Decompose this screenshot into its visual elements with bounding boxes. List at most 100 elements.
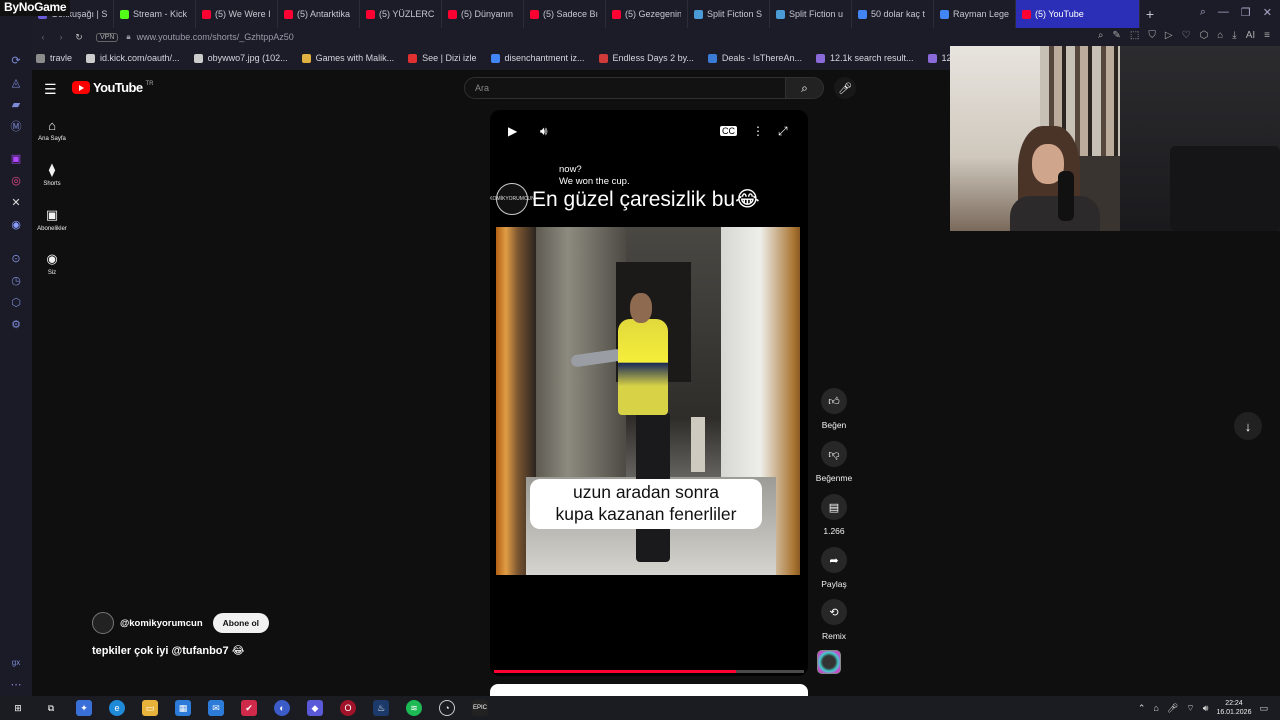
like-button[interactable]: 👍︎ Beğen bbox=[808, 388, 860, 430]
start-icon[interactable]: ⊞ bbox=[10, 700, 26, 716]
shorts-player[interactable]: ▶ 🔊︎ CC ⋮ ⤢ now? We won the cup. KOMİKYO… bbox=[490, 110, 808, 676]
wallet-icon[interactable]: ⌂ bbox=[1217, 30, 1223, 41]
next-short-peek[interactable] bbox=[490, 684, 808, 696]
bookmark-item[interactable]: Deals - IsThereAn... bbox=[707, 53, 802, 63]
captions-icon[interactable]: CC bbox=[720, 126, 737, 136]
app-red-icon[interactable]: ✔ bbox=[241, 700, 257, 716]
bookmark-item[interactable]: 12.1k search res bbox=[927, 53, 950, 63]
sidebar-player-icon[interactable]: ⊙ bbox=[8, 250, 24, 266]
app-blue-icon[interactable]: ◐ bbox=[274, 700, 290, 716]
channel-name[interactable]: @komikyorumcun bbox=[120, 618, 203, 629]
sidebar-history-icon[interactable]: ◷ bbox=[8, 272, 24, 288]
sidebar-settings-icon[interactable]: ⚙ bbox=[8, 316, 24, 332]
video-frame[interactable]: uzun aradan sonra kupa kazanan fenerlile… bbox=[496, 227, 800, 575]
epic-games-icon[interactable]: EPIC bbox=[472, 700, 488, 716]
browser-tab[interactable]: Split Fiction u bbox=[770, 0, 852, 28]
sidebar-more-icon[interactable]: ⋯ bbox=[8, 676, 24, 692]
maximize-icon[interactable]: ❐ bbox=[1241, 6, 1251, 19]
fullscreen-icon[interactable]: ⤢ bbox=[778, 124, 788, 139]
hamburger-menu-icon[interactable]: ☰ bbox=[44, 81, 58, 98]
menu-icon[interactable]: ≡ bbox=[1264, 30, 1270, 41]
guide-item-you[interactable]: ◉ Siz bbox=[32, 251, 72, 276]
sidebar-gx-icon[interactable]: gx bbox=[8, 654, 24, 670]
new-tab-button[interactable]: + bbox=[1140, 0, 1160, 28]
copilot-icon[interactable]: ✦ bbox=[76, 700, 92, 716]
search-input[interactable]: Ara bbox=[464, 77, 786, 99]
sidebar-instagram-icon[interactable]: ◎ bbox=[8, 172, 24, 188]
minimize-icon[interactable]: — bbox=[1218, 6, 1229, 19]
tray-wifi-icon[interactable]: ⌔ bbox=[1186, 703, 1194, 714]
mail-icon[interactable]: ✉ bbox=[208, 700, 224, 716]
tray-chevron-icon[interactable]: ⌃ bbox=[1138, 703, 1146, 714]
progress-bar[interactable] bbox=[494, 670, 804, 673]
voice-search-button[interactable]: 🎤︎ bbox=[834, 77, 856, 99]
sidebar-m-icon[interactable]: Ⓜ bbox=[8, 118, 24, 134]
browser-tab[interactable]: 50 dolar kaç t bbox=[852, 0, 934, 28]
sidebar-x-icon[interactable]: ✕ bbox=[8, 194, 24, 210]
player-icon[interactable]: ▷ bbox=[1165, 30, 1173, 41]
subscribe-button[interactable]: Abone ol bbox=[212, 613, 270, 633]
volume-icon[interactable]: 🔊︎ bbox=[540, 124, 548, 139]
extensions-icon[interactable]: ⬡ bbox=[1200, 30, 1209, 41]
dislike-button[interactable]: 👎︎ Beğenme bbox=[808, 441, 860, 483]
browser-tab[interactable]: Split Fiction S bbox=[688, 0, 770, 28]
sidebar-refresh-icon[interactable]: ⟳ bbox=[8, 52, 24, 68]
sidebar-extensions-icon[interactable]: ⬡ bbox=[8, 294, 24, 310]
guide-item-home[interactable]: ⌂ Ana Sayfa bbox=[32, 118, 72, 142]
video-title[interactable]: tepkiler çok iyi @tufanbo7 😂 bbox=[92, 644, 245, 657]
bookmark-item[interactable]: disenchantment iz... bbox=[490, 53, 585, 63]
snapshot-icon[interactable]: ⬚ bbox=[1130, 30, 1139, 41]
reload-icon[interactable]: ↻ bbox=[72, 32, 86, 43]
search-tabs-icon[interactable]: ⌕ bbox=[1200, 6, 1206, 19]
more-options-icon[interactable]: ⋮ bbox=[752, 124, 764, 138]
bookmark-item[interactable]: travle bbox=[36, 53, 72, 63]
tray-volume-icon[interactable]: 🔊︎ bbox=[1203, 703, 1209, 714]
close-icon[interactable]: ✕ bbox=[1263, 6, 1272, 19]
opera-gx-icon[interactable]: O bbox=[340, 700, 356, 716]
spotify-icon[interactable]: ≋ bbox=[406, 700, 422, 716]
sound-thumbnail[interactable] bbox=[817, 650, 841, 674]
sidebar-aria-icon[interactable]: ◬ bbox=[8, 74, 24, 90]
notifications-icon[interactable]: ▭ bbox=[1259, 703, 1268, 714]
task-view-icon[interactable]: ⧉ bbox=[43, 700, 59, 716]
browser-tab[interactable]: (5) Gezegenin bbox=[606, 0, 688, 28]
guide-item-subscriptions[interactable]: ▣ Abonelikler bbox=[32, 207, 72, 232]
zoom-icon[interactable]: ⌕ bbox=[1098, 30, 1104, 41]
vpn-badge[interactable]: VPN bbox=[96, 32, 119, 42]
share-button[interactable]: ➦ Paylaş bbox=[808, 547, 860, 589]
bookmark-item[interactable]: obywwo7.jpg (102... bbox=[193, 53, 288, 63]
remix-button[interactable]: ⟲ Remix bbox=[808, 599, 860, 641]
sidebar-discord-icon[interactable]: ◉ bbox=[8, 216, 24, 232]
forward-icon[interactable]: › bbox=[54, 32, 68, 42]
play-icon[interactable]: ▶ bbox=[508, 124, 517, 138]
browser-tab[interactable]: Stream - Kick bbox=[114, 0, 196, 28]
bookmark-item[interactable]: Endless Days 2 by... bbox=[598, 53, 694, 63]
browser-tab[interactable]: (5) YÜZLERCE bbox=[360, 0, 442, 28]
bookmark-item[interactable]: Games with Malik... bbox=[301, 53, 394, 63]
channel-avatar[interactable] bbox=[92, 612, 114, 634]
bookmark-item[interactable]: 12.1k search result... bbox=[815, 53, 914, 63]
comments-button[interactable]: ▤ 1.266 bbox=[808, 494, 860, 536]
tray-mic-icon[interactable]: 🎤︎ bbox=[1167, 703, 1178, 714]
guide-item-shorts[interactable]: ⧫ Shorts bbox=[32, 162, 72, 187]
store-icon[interactable]: ▦ bbox=[175, 700, 191, 716]
browser-tab[interactable]: (5) We Were I bbox=[196, 0, 278, 28]
browser-tab[interactable]: (5) YouTube bbox=[1016, 0, 1140, 28]
bookmark-item[interactable]: id.kick.com/oauth/... bbox=[86, 53, 180, 63]
edge-icon[interactable]: e bbox=[109, 700, 125, 716]
tray-network-icon[interactable]: ⌂ bbox=[1153, 703, 1158, 713]
back-icon[interactable]: ‹ bbox=[36, 32, 50, 42]
browser-tab[interactable]: (5) Dünyanın bbox=[442, 0, 524, 28]
sidebar-twitch-icon[interactable]: ▣ bbox=[8, 150, 24, 166]
ai-icon[interactable]: AI bbox=[1246, 30, 1255, 41]
pin-icon[interactable]: ✎ bbox=[1112, 30, 1120, 41]
adblock-icon[interactable]: ⛉ bbox=[1148, 30, 1156, 41]
sidebar-messenger-icon[interactable]: ▰ bbox=[8, 96, 24, 112]
heart-icon[interactable]: ♡ bbox=[1182, 30, 1191, 41]
app-purple-icon[interactable]: ◆ bbox=[307, 700, 323, 716]
bookmark-item[interactable]: See | Dizi izle bbox=[408, 53, 477, 63]
obs-icon[interactable]: ◔ bbox=[439, 700, 455, 716]
youtube-logo[interactable]: YouTube TR bbox=[72, 80, 153, 95]
browser-tab[interactable]: Rayman Lege bbox=[934, 0, 1016, 28]
clock[interactable]: 22:24 16.01.2026 bbox=[1216, 699, 1251, 717]
